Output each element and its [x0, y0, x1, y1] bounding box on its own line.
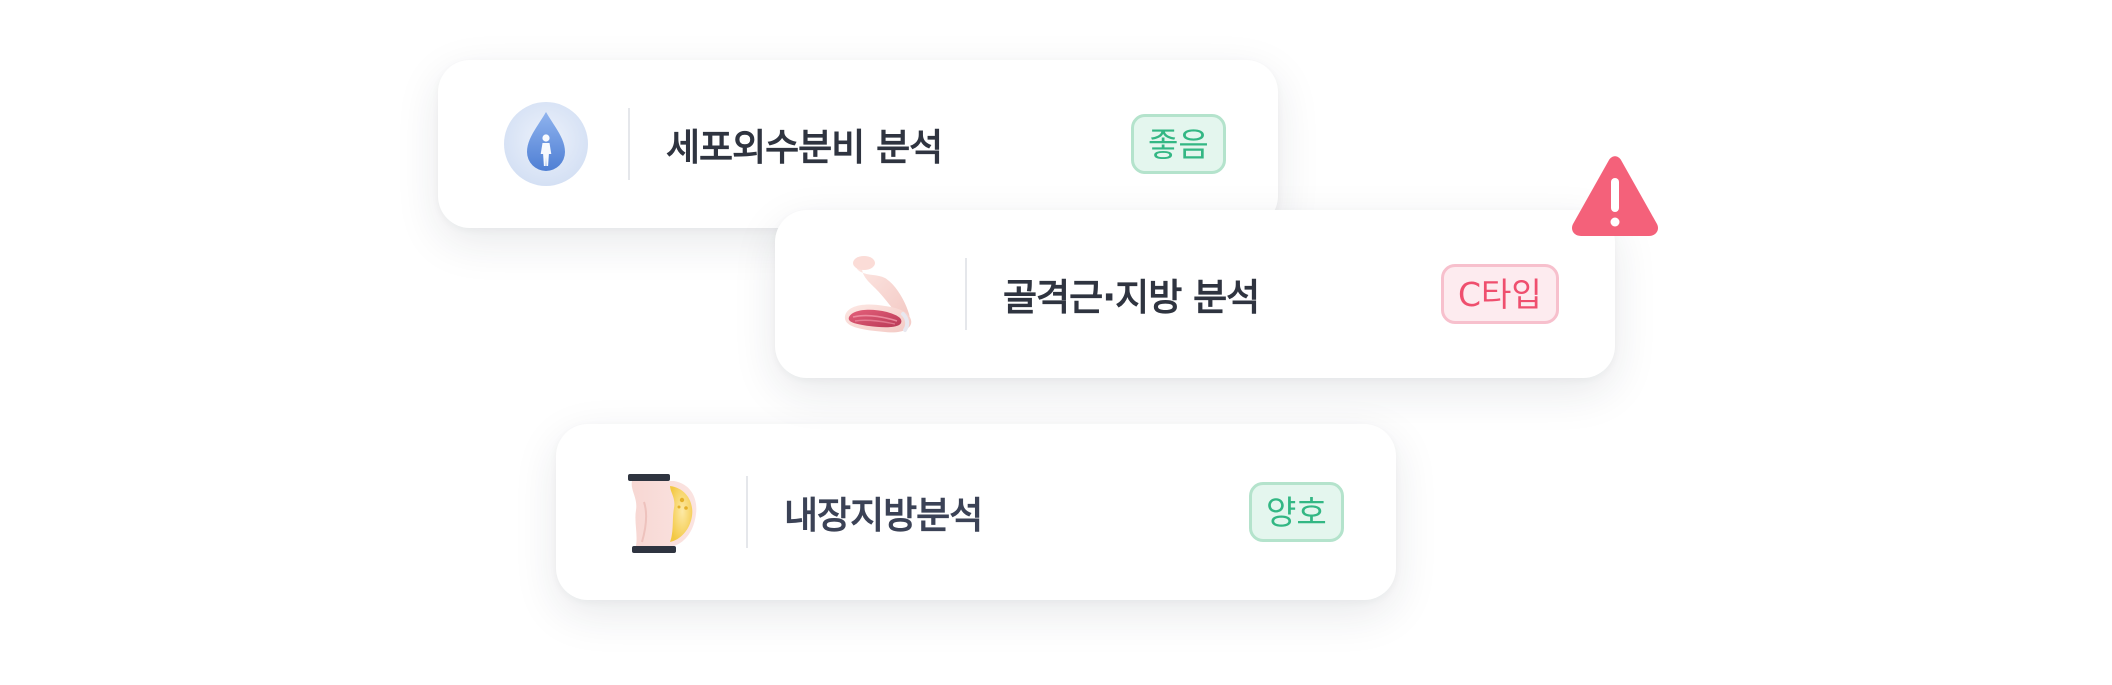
visceral-fat-icon: [614, 462, 714, 562]
analysis-card-visceral-fat[interactable]: 내장지방분석 양호: [556, 424, 1396, 600]
status-badge: C타입: [1441, 264, 1559, 324]
card-divider: [965, 258, 967, 330]
card-divider: [746, 476, 748, 548]
warning-triangle-icon: [1567, 152, 1663, 240]
analysis-card-extracellular-water[interactable]: 세포외수분비 분석 좋음: [438, 60, 1278, 228]
analysis-card-skeletal-muscle-fat[interactable]: 골격근·지방 분석 C타입: [775, 210, 1615, 378]
card-title: 내장지방분석: [784, 494, 983, 537]
status-badge: 양호: [1249, 482, 1344, 542]
card-divider: [628, 108, 630, 180]
arm-muscle-icon: [833, 244, 933, 344]
card-title: 골격근·지방 분석: [1003, 276, 1260, 319]
card-title: 세포외수분비 분석: [666, 126, 943, 169]
water-drop-body-icon: [496, 94, 596, 194]
status-badge: 좋음: [1131, 114, 1226, 174]
